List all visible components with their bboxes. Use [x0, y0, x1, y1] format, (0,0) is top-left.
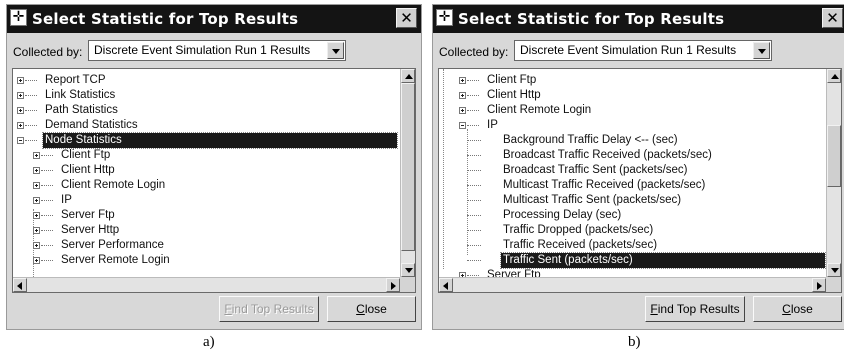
plus-box-icon[interactable] — [33, 227, 40, 234]
plus-box-icon[interactable] — [17, 107, 24, 114]
scrollbar-corner — [826, 277, 841, 292]
tree-item-client-http[interactable]: Client Http — [33, 163, 117, 178]
collected-by-label: Collected by: — [13, 45, 83, 59]
horizontal-scrollbar[interactable] — [439, 277, 826, 292]
caption-b: b) — [628, 334, 641, 350]
plus-box-icon[interactable] — [17, 77, 24, 84]
tree-item-path-statistics[interactable]: Path Statistics — [17, 103, 120, 118]
tree-item-link-statistics[interactable]: Link Statistics — [17, 88, 117, 103]
tree-item-traffic-dropped[interactable]: Traffic Dropped (packets/sec) — [467, 223, 655, 238]
dialog-title: Select Statistic for Top Results — [32, 10, 299, 28]
plus-box-icon[interactable] — [17, 122, 24, 129]
tree-item-client-http[interactable]: Client Http — [459, 88, 543, 103]
scroll-up-button[interactable] — [827, 69, 841, 83]
title-bar[interactable]: ✛ Select Statistic for Top Results ✕ — [433, 5, 844, 33]
select-statistic-dialog-a: ✛ Select Statistic for Top Results ✕ Col… — [6, 4, 422, 330]
chevron-down-icon[interactable] — [327, 42, 344, 59]
scroll-right-button[interactable] — [386, 278, 400, 292]
tree-item-client-remote-login[interactable]: Client Remote Login — [459, 103, 593, 118]
plus-box-icon[interactable] — [33, 152, 40, 159]
collected-by-value: Discrete Event Simulation Run 1 Results — [94, 43, 311, 57]
plus-box-icon[interactable] — [33, 242, 40, 249]
tree-item-client-ftp[interactable]: Client Ftp — [33, 148, 112, 163]
tree-item-traffic-received[interactable]: Traffic Received (packets/sec) — [467, 238, 659, 253]
tree-item-ip[interactable]: IP — [33, 193, 74, 208]
scroll-down-button[interactable] — [401, 263, 415, 277]
close-button[interactable]: Close — [753, 296, 842, 322]
scroll-right-button[interactable] — [812, 278, 826, 292]
find-top-results-button[interactable]: Find Top Results — [219, 296, 319, 322]
tree-item-ip[interactable]: IP — [459, 118, 500, 133]
statistics-tree: Client Ftp Client Http Client Remote Log… — [438, 68, 842, 293]
close-x-icon[interactable]: ✕ — [396, 8, 417, 28]
tree-item-broadcast-traffic-sent[interactable]: Broadcast Traffic Sent (packets/sec) — [467, 163, 690, 178]
tree-item-client-remote-login[interactable]: Client Remote Login — [33, 178, 167, 193]
tree-item-broadcast-traffic-received[interactable]: Broadcast Traffic Received (packets/sec) — [467, 148, 714, 163]
tree-item-multicast-traffic-received[interactable]: Multicast Traffic Received (packets/sec) — [467, 178, 707, 193]
collected-by-label: Collected by: — [439, 45, 509, 59]
plus-box-icon[interactable] — [33, 167, 40, 174]
plus-box-icon[interactable] — [17, 92, 24, 99]
tree-item-report-tcp[interactable]: Report TCP — [17, 73, 108, 88]
vertical-scrollbar[interactable] — [826, 69, 841, 277]
minus-box-icon[interactable] — [459, 122, 466, 129]
tree-item-client-ftp[interactable]: Client Ftp — [459, 73, 538, 88]
collected-by-dropdown[interactable]: Discrete Event Simulation Run 1 Results — [514, 40, 772, 61]
vertical-scrollbar[interactable] — [400, 69, 415, 277]
scroll-down-button[interactable] — [827, 263, 841, 277]
tree-item-server-ftp[interactable]: Server Ftp — [33, 208, 117, 223]
plus-box-icon[interactable] — [33, 212, 40, 219]
plus-box-icon[interactable] — [33, 197, 40, 204]
statistics-tree: Report TCP Link Statistics Path Statisti… — [12, 68, 416, 293]
close-x-icon[interactable]: ✕ — [822, 8, 843, 28]
tree-item-server-remote-login[interactable]: Server Remote Login — [33, 253, 172, 268]
horizontal-scrollbar[interactable] — [13, 277, 400, 292]
collected-by-value: Discrete Event Simulation Run 1 Results — [520, 43, 737, 57]
select-statistic-dialog-b: ✛ Select Statistic for Top Results ✕ Col… — [432, 4, 844, 330]
collected-by-dropdown[interactable]: Discrete Event Simulation Run 1 Results — [88, 40, 346, 61]
plus-box-icon[interactable] — [459, 77, 466, 84]
plus-box-icon[interactable] — [459, 107, 466, 114]
plus-box-icon[interactable] — [33, 257, 40, 264]
find-top-results-button[interactable]: Find Top Results — [645, 296, 745, 322]
tree-item-demand-statistics[interactable]: Demand Statistics — [17, 118, 140, 133]
tree-item-traffic-sent[interactable]: Traffic Sent (packets/sec) — [467, 252, 826, 269]
tree-item-multicast-traffic-sent[interactable]: Multicast Traffic Sent (packets/sec) — [467, 193, 683, 208]
tree-item-node-statistics[interactable]: Node Statistics — [17, 132, 398, 149]
star-cross-icon: ✛ — [436, 9, 453, 26]
scrollbar-corner — [400, 277, 415, 292]
close-button[interactable]: Close — [327, 296, 416, 322]
tree-connector — [443, 69, 444, 269]
scroll-up-button[interactable] — [401, 69, 415, 83]
star-cross-icon: ✛ — [10, 9, 27, 26]
minus-box-icon[interactable] — [17, 137, 24, 144]
scroll-thumb[interactable] — [401, 83, 415, 251]
scroll-left-button[interactable] — [13, 278, 27, 292]
plus-box-icon[interactable] — [33, 182, 40, 189]
chevron-down-icon[interactable] — [753, 42, 770, 59]
dialog-title: Select Statistic for Top Results — [458, 10, 725, 28]
scroll-thumb[interactable] — [827, 125, 841, 187]
caption-a: a) — [203, 334, 215, 350]
tree-item-server-performance[interactable]: Server Performance — [33, 238, 166, 253]
plus-box-icon[interactable] — [459, 92, 466, 99]
title-bar[interactable]: ✛ Select Statistic for Top Results ✕ — [7, 5, 421, 33]
scroll-left-button[interactable] — [439, 278, 453, 292]
tree-item-processing-delay[interactable]: Processing Delay (sec) — [467, 208, 623, 223]
tree-item-server-http[interactable]: Server Http — [33, 223, 121, 238]
tree-item-background-traffic-delay[interactable]: Background Traffic Delay <-- (sec) — [467, 133, 680, 148]
